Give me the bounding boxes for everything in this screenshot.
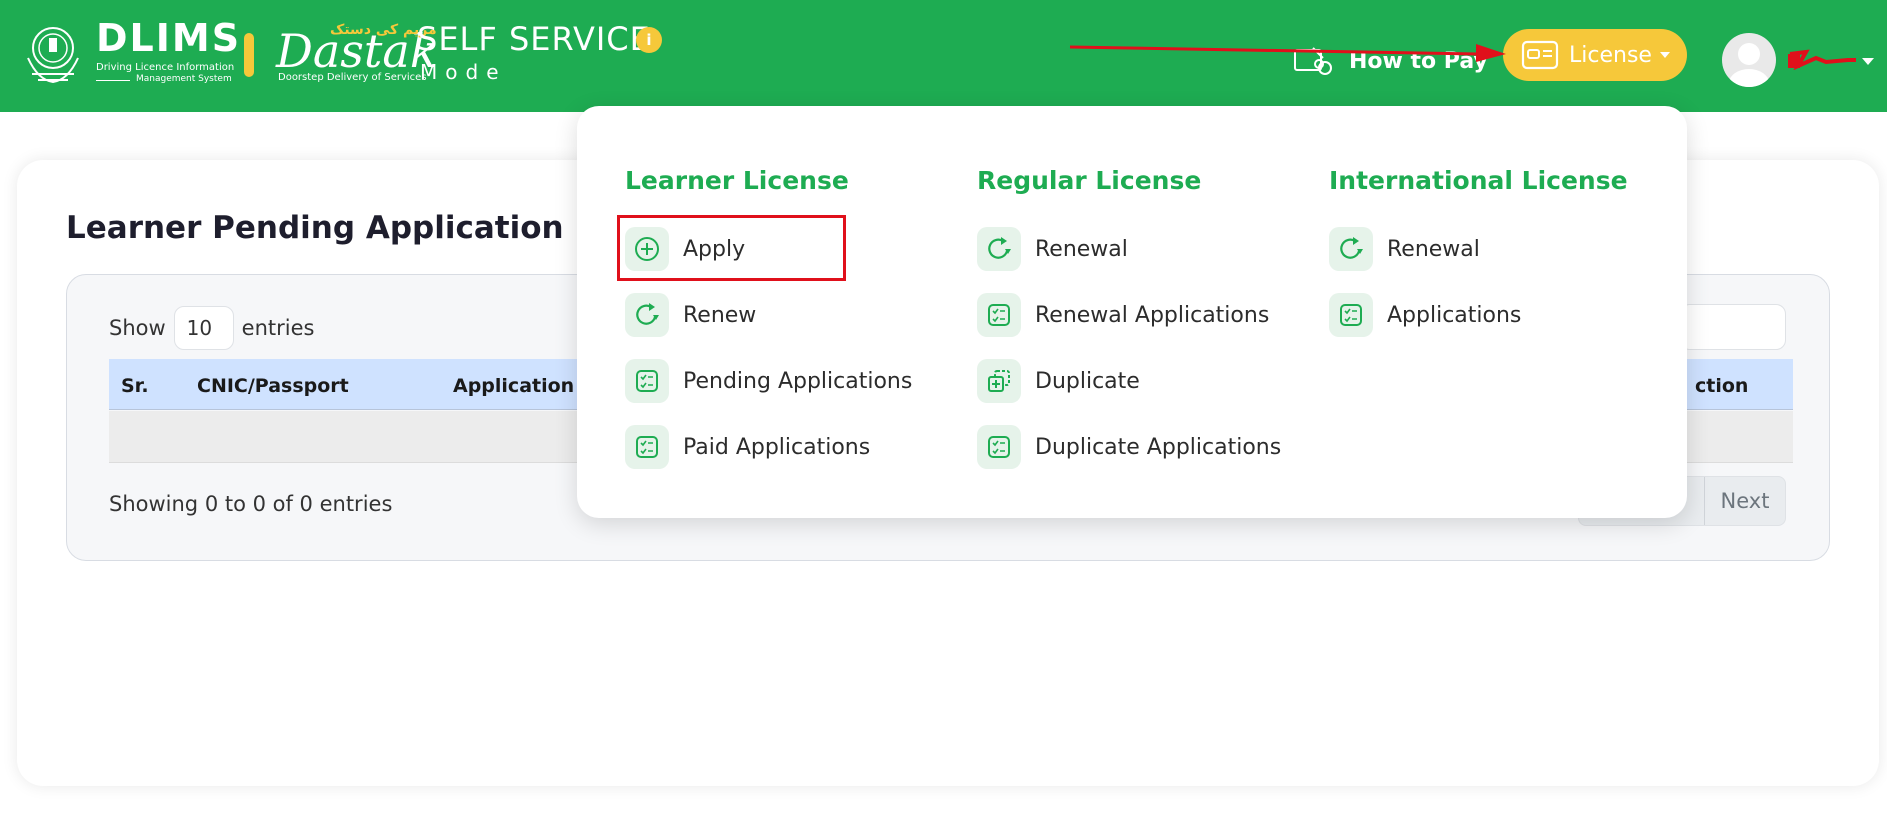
top-header: DLIMS Driving Licence Information Manage… xyxy=(0,0,1887,112)
header-divider xyxy=(244,33,254,77)
menu-item-label: Duplicate xyxy=(1035,368,1140,394)
avatar[interactable] xyxy=(1722,33,1776,87)
next-button[interactable]: Next xyxy=(1705,477,1785,525)
dlims-subtitle-2: Management System xyxy=(96,74,232,84)
menu-item-regular-renewal-applications[interactable]: Renewal Applications xyxy=(977,293,1269,337)
menu-item-learner-paid-applications[interactable]: Paid Applications xyxy=(625,425,870,469)
redacted-username xyxy=(1788,49,1856,70)
user-caret-down-icon[interactable] xyxy=(1862,58,1874,65)
license-dropdown-button[interactable]: License xyxy=(1503,29,1687,81)
menu-item-label: Paid Applications xyxy=(683,434,871,460)
menu-item-regular-renewal[interactable]: Renewal xyxy=(977,227,1128,271)
annotation-arrow xyxy=(1069,44,1506,62)
mode-label: Mode xyxy=(420,60,507,84)
emblem-icon xyxy=(27,27,79,84)
menu-item-label: Renewal xyxy=(1035,236,1128,262)
show-label: Show xyxy=(109,316,166,340)
menu-item-regular-duplicate[interactable]: Duplicate xyxy=(977,359,1140,403)
checklist-icon xyxy=(625,359,669,403)
refresh-icon xyxy=(977,227,1021,271)
international-license-heading: International License xyxy=(1329,166,1628,195)
dastak-subtitle: Doorstep Delivery of Services xyxy=(278,72,427,83)
license-label: License xyxy=(1569,42,1652,68)
menu-item-label: Applications xyxy=(1387,302,1522,328)
menu-item-international-applications[interactable]: Applications xyxy=(1329,293,1521,337)
refresh-icon xyxy=(1329,227,1373,271)
dlims-title: DLIMS xyxy=(96,16,242,60)
avatar-icon xyxy=(1729,43,1769,87)
menu-item-international-renewal[interactable]: Renewal xyxy=(1329,227,1480,271)
search-input[interactable] xyxy=(1680,304,1786,350)
menu-item-learner-pending-applications[interactable]: Pending Applications xyxy=(625,359,912,403)
license-card-icon xyxy=(1521,40,1559,70)
checklist-icon xyxy=(625,425,669,469)
menu-item-label: Pending Applications xyxy=(683,368,913,394)
menu-item-learner-renew[interactable]: Renew xyxy=(625,293,756,337)
dastak-logo: Dastak مریم کی دستک Doorstep Delivery of… xyxy=(276,22,438,86)
page-title: Learner Pending Application xyxy=(66,210,564,246)
menu-item-label: Duplicate Applications xyxy=(1035,434,1282,460)
annotation-highlight-box xyxy=(617,215,846,281)
column-header-action[interactable]: ction xyxy=(1695,375,1748,397)
refresh-icon xyxy=(625,293,669,337)
dlims-subtitle: Driving Licence Information xyxy=(96,62,235,73)
info-icon[interactable]: i xyxy=(636,27,662,53)
menu-item-label: Renewal Applications xyxy=(1035,302,1270,328)
menu-item-label: Renew xyxy=(683,302,757,328)
checklist-icon xyxy=(977,293,1021,337)
entries-length-control: Show 10 entries xyxy=(109,306,314,350)
regular-license-heading: Regular License xyxy=(977,166,1202,195)
self-service-title: SELF SERVICE xyxy=(417,20,651,58)
learner-license-heading: Learner License xyxy=(625,166,849,195)
table-info: Showing 0 to 0 of 0 entries xyxy=(109,492,393,516)
checklist-icon xyxy=(977,425,1021,469)
column-header-sr[interactable]: Sr. xyxy=(121,375,149,397)
dlims-logo[interactable]: DLIMS Driving Licence Information Manage… xyxy=(18,18,239,88)
entries-select[interactable]: 10 xyxy=(173,306,234,350)
entries-label: entries xyxy=(241,316,315,340)
menu-item-regular-duplicate-applications[interactable]: Duplicate Applications xyxy=(977,425,1281,469)
caret-down-icon xyxy=(1659,52,1670,58)
column-header-cnic[interactable]: CNIC/Passport xyxy=(197,375,349,397)
checklist-icon xyxy=(1329,293,1373,337)
duplicate-icon xyxy=(977,359,1021,403)
menu-item-label: Renewal xyxy=(1387,236,1480,262)
